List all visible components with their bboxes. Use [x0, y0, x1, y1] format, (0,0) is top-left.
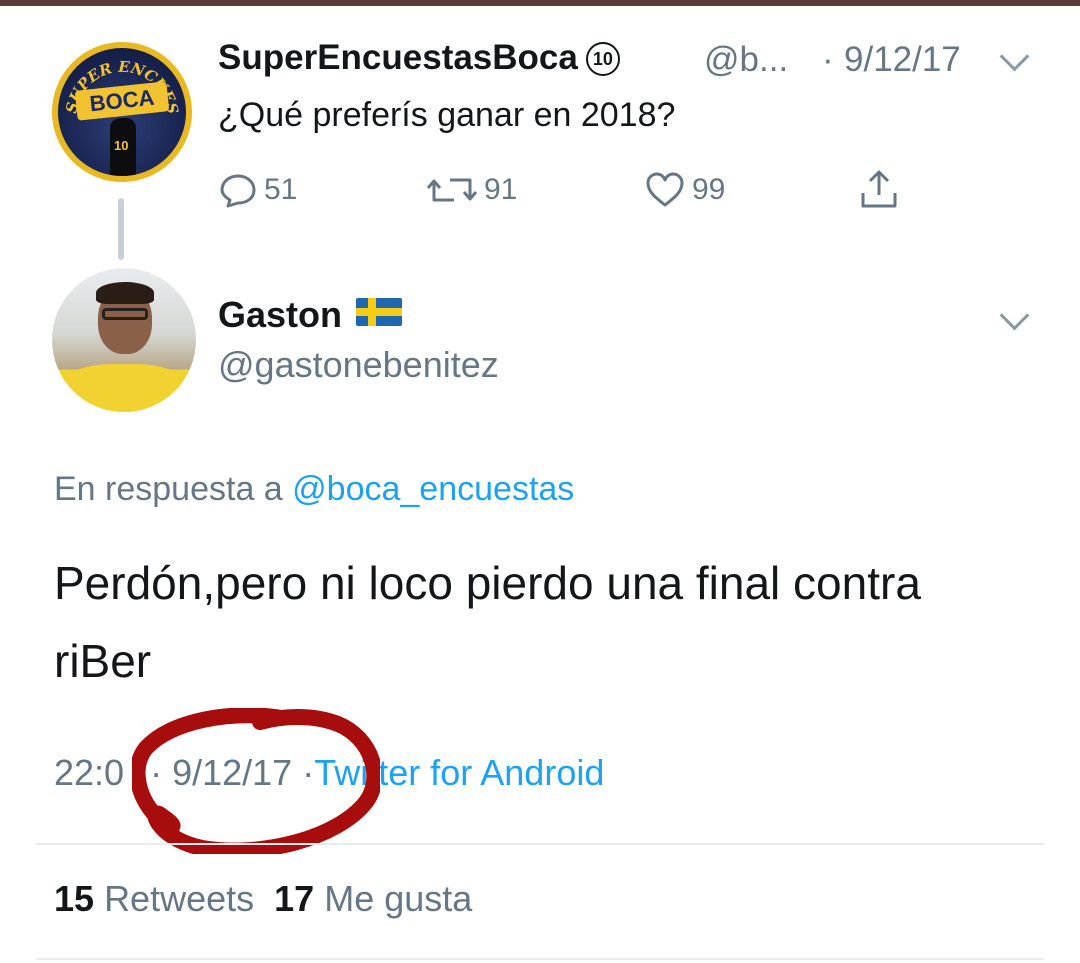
red-annotation-circle [132, 708, 380, 854]
replying-to-line: En respuesta a @boca_encuestas [54, 470, 574, 509]
jersey-number: 10 [114, 138, 129, 153]
reply-count: 51 [264, 173, 298, 206]
retweet-count: 91 [484, 173, 518, 206]
avatar-hair [96, 282, 154, 304]
parent-display-name-text: SuperEncuestasBoca [218, 38, 578, 77]
divider-bottom [36, 958, 1044, 960]
likes-label: Me gusta [324, 878, 473, 919]
reply-bubble-icon [220, 174, 256, 208]
like-button[interactable]: 99 [644, 170, 725, 210]
parent-chevron-down-icon[interactable] [999, 41, 1030, 72]
gaston-avatar[interactable] [52, 268, 196, 412]
number-ten-badge-icon: 10 [585, 42, 620, 76]
parent-tweet-text: ¿Qué preferís ganar en 2018? [218, 96, 676, 134]
replying-to-mention-link[interactable]: @boca_encuestas [292, 470, 574, 508]
parent-display-name[interactable]: SuperEncuestasBoca 10 [218, 38, 620, 78]
divider [36, 843, 1044, 845]
like-count: 99 [692, 173, 726, 206]
engagement-stats: 15 Retweets 17 Me gusta [54, 878, 472, 920]
likes-count: 17 [274, 878, 315, 919]
likes-stat[interactable]: 17 Me gusta [274, 878, 472, 919]
retweets-count: 15 [54, 878, 95, 919]
reply-button[interactable]: 51 [218, 170, 297, 210]
retweets-stat[interactable]: 15 Retweets [54, 878, 254, 919]
reply-display-name-text: Gaston [218, 294, 343, 335]
boca-encuestas-avatar[interactable]: SUPER ENCUESTAS BOCA 10 [52, 42, 192, 182]
share-button[interactable] [858, 170, 900, 210]
sweden-flag-icon [356, 298, 403, 326]
top-status-strip [0, 0, 1080, 6]
parent-date[interactable]: 9/12/17 [844, 40, 961, 80]
avatar-shirt [60, 364, 188, 412]
parent-handle[interactable]: @b... [704, 40, 788, 80]
thread-connector-line [118, 198, 124, 260]
replying-to-label: En respuesta a [54, 470, 283, 508]
avatar-glasses [102, 308, 148, 320]
heart-icon [646, 172, 684, 207]
reply-chevron-down-icon[interactable] [999, 300, 1030, 331]
reply-handle[interactable]: @gastonebenitez [218, 344, 499, 386]
retweet-icon [426, 178, 478, 202]
retweets-label: Retweets [104, 878, 255, 919]
parent-separator: · [822, 40, 834, 79]
share-icon [861, 170, 897, 208]
retweet-button[interactable]: 91 [426, 170, 517, 210]
reply-display-name[interactable]: Gaston [218, 294, 403, 336]
tweet-time: 22:0 [54, 752, 125, 793]
reply-tweet-text: Perdón,pero ni loco pierdo una final con… [54, 557, 921, 687]
